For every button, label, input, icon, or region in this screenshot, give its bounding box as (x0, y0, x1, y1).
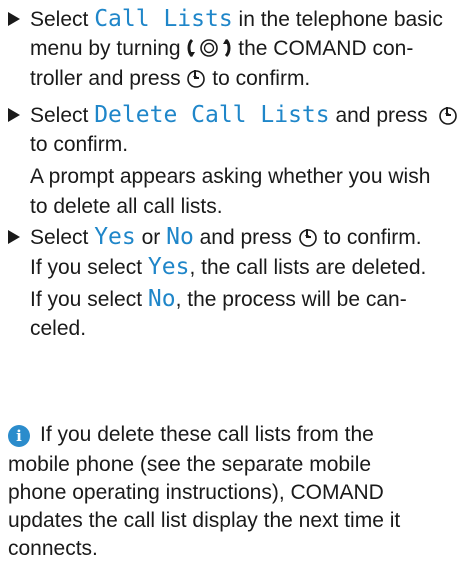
step-2-line-2: to confirm. (30, 133, 129, 156)
press-controller-icon (438, 107, 457, 125)
info-icon: i (8, 425, 30, 447)
step-1-line-3: troller and press to confirm. (30, 67, 311, 90)
info-line-4: updates the call list display the next t… (8, 509, 401, 532)
menu-item-call-lists: Call Lists (94, 6, 233, 32)
step-2-line-3: A prompt appears asking whether you wish (30, 165, 431, 188)
step-2-line-4: to delete all call lists. (30, 195, 223, 218)
info-line-2: mobile phone (see the separate mobile (8, 453, 372, 476)
info-line-5: connects. (8, 537, 98, 560)
manual-page: Select Call Lists in the telephone basic… (0, 0, 462, 560)
step-arrow-icon (8, 108, 20, 122)
turn-controller-icon (187, 38, 231, 58)
info-line-1: If you delete these call lists from the (40, 423, 374, 446)
press-controller-icon (298, 229, 317, 247)
option-yes: Yes (147, 254, 190, 280)
option-no: No (147, 286, 176, 312)
info-line-3: phone operating instructions), COMAND (8, 481, 384, 504)
step-3-line-4: celed. (30, 317, 87, 340)
step-1-line-1: Select Call Lists in the telephone basic (30, 6, 443, 32)
step-2-line-1: Select Delete Call Lists and press (30, 100, 458, 131)
step-arrow-icon (8, 230, 20, 244)
step-3-line-2: If you select Yes, the call lists are de… (30, 254, 427, 280)
step-arrow-icon (8, 12, 20, 26)
step-1-line-2: menu by turning the COMAND con- (30, 37, 414, 60)
step-3-line-3: If you select No, the process will be ca… (30, 286, 407, 312)
option-no: No (166, 224, 194, 250)
option-yes: Yes (94, 224, 136, 250)
press-controller-icon (187, 70, 206, 88)
step-3-line-1: Select Yes or No and press to confirm. (30, 224, 422, 250)
menu-item-delete-call-lists: Delete Call Lists (94, 102, 330, 128)
